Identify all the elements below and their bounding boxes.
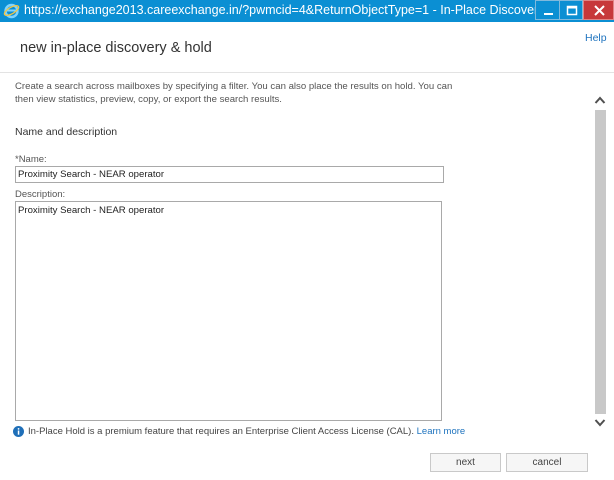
info-text-wrapper: In-Place Hold is a premium feature that … — [28, 426, 465, 437]
description-textarea[interactable]: Proximity Search - NEAR operator — [15, 201, 442, 421]
scrollbar-thumb[interactable] — [595, 110, 606, 414]
minimize-button[interactable] — [535, 0, 560, 20]
info-icon — [13, 426, 24, 437]
window-title: https://exchange2013.careexchange.in/?pw… — [24, 3, 614, 17]
ie-icon — [3, 3, 20, 19]
window-title-bar[interactable]: https://exchange2013.careexchange.in/?pw… — [0, 0, 614, 22]
header-divider — [0, 72, 614, 73]
close-icon — [594, 5, 605, 16]
name-input[interactable] — [15, 166, 444, 183]
cal-info-text: In-Place Hold is a premium feature that … — [28, 426, 414, 437]
page-title: new in-place discovery & hold — [20, 40, 212, 56]
learn-more-link[interactable]: Learn more — [417, 426, 466, 437]
maximize-icon — [566, 5, 578, 16]
next-button[interactable]: next — [430, 453, 501, 472]
name-label: *Name: — [15, 154, 47, 165]
section-heading: Name and description — [15, 126, 118, 138]
scroll-down-icon[interactable] — [593, 418, 607, 428]
scroll-up-icon[interactable] — [593, 95, 607, 105]
intro-text: Create a search across mailboxes by spec… — [15, 81, 453, 105]
maximize-button[interactable] — [559, 0, 583, 20]
description-label: Description: — [15, 189, 66, 200]
minimize-icon — [544, 13, 553, 15]
cancel-button[interactable]: cancel — [506, 453, 588, 472]
help-link[interactable]: Help — [585, 32, 607, 44]
close-button[interactable] — [583, 0, 614, 20]
